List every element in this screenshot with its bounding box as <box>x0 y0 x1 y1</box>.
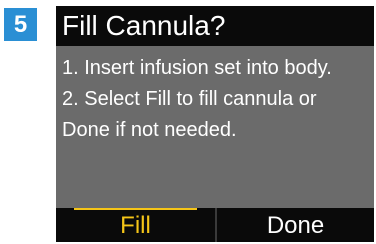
instruction-message: 1. Insert infusion set into body. 2. Sel… <box>62 53 374 146</box>
device-screen: Fill Cannula? 1. Insert infusion set int… <box>56 6 374 242</box>
done-softkey[interactable]: Done <box>217 208 374 242</box>
step-number-badge: 5 <box>4 8 37 41</box>
instruction-line-1: 1. Insert infusion set into body. <box>62 57 332 79</box>
softkey-bar: Fill Done <box>56 208 374 242</box>
instruction-line-2: 2. Select Fill to fill cannula or <box>62 88 317 110</box>
fill-softkey[interactable]: Fill <box>56 208 215 242</box>
instruction-line-3: Done if not needed. <box>62 119 237 141</box>
screen-title: Fill Cannula? <box>62 10 226 41</box>
title-bar: Fill Cannula? <box>56 6 374 46</box>
